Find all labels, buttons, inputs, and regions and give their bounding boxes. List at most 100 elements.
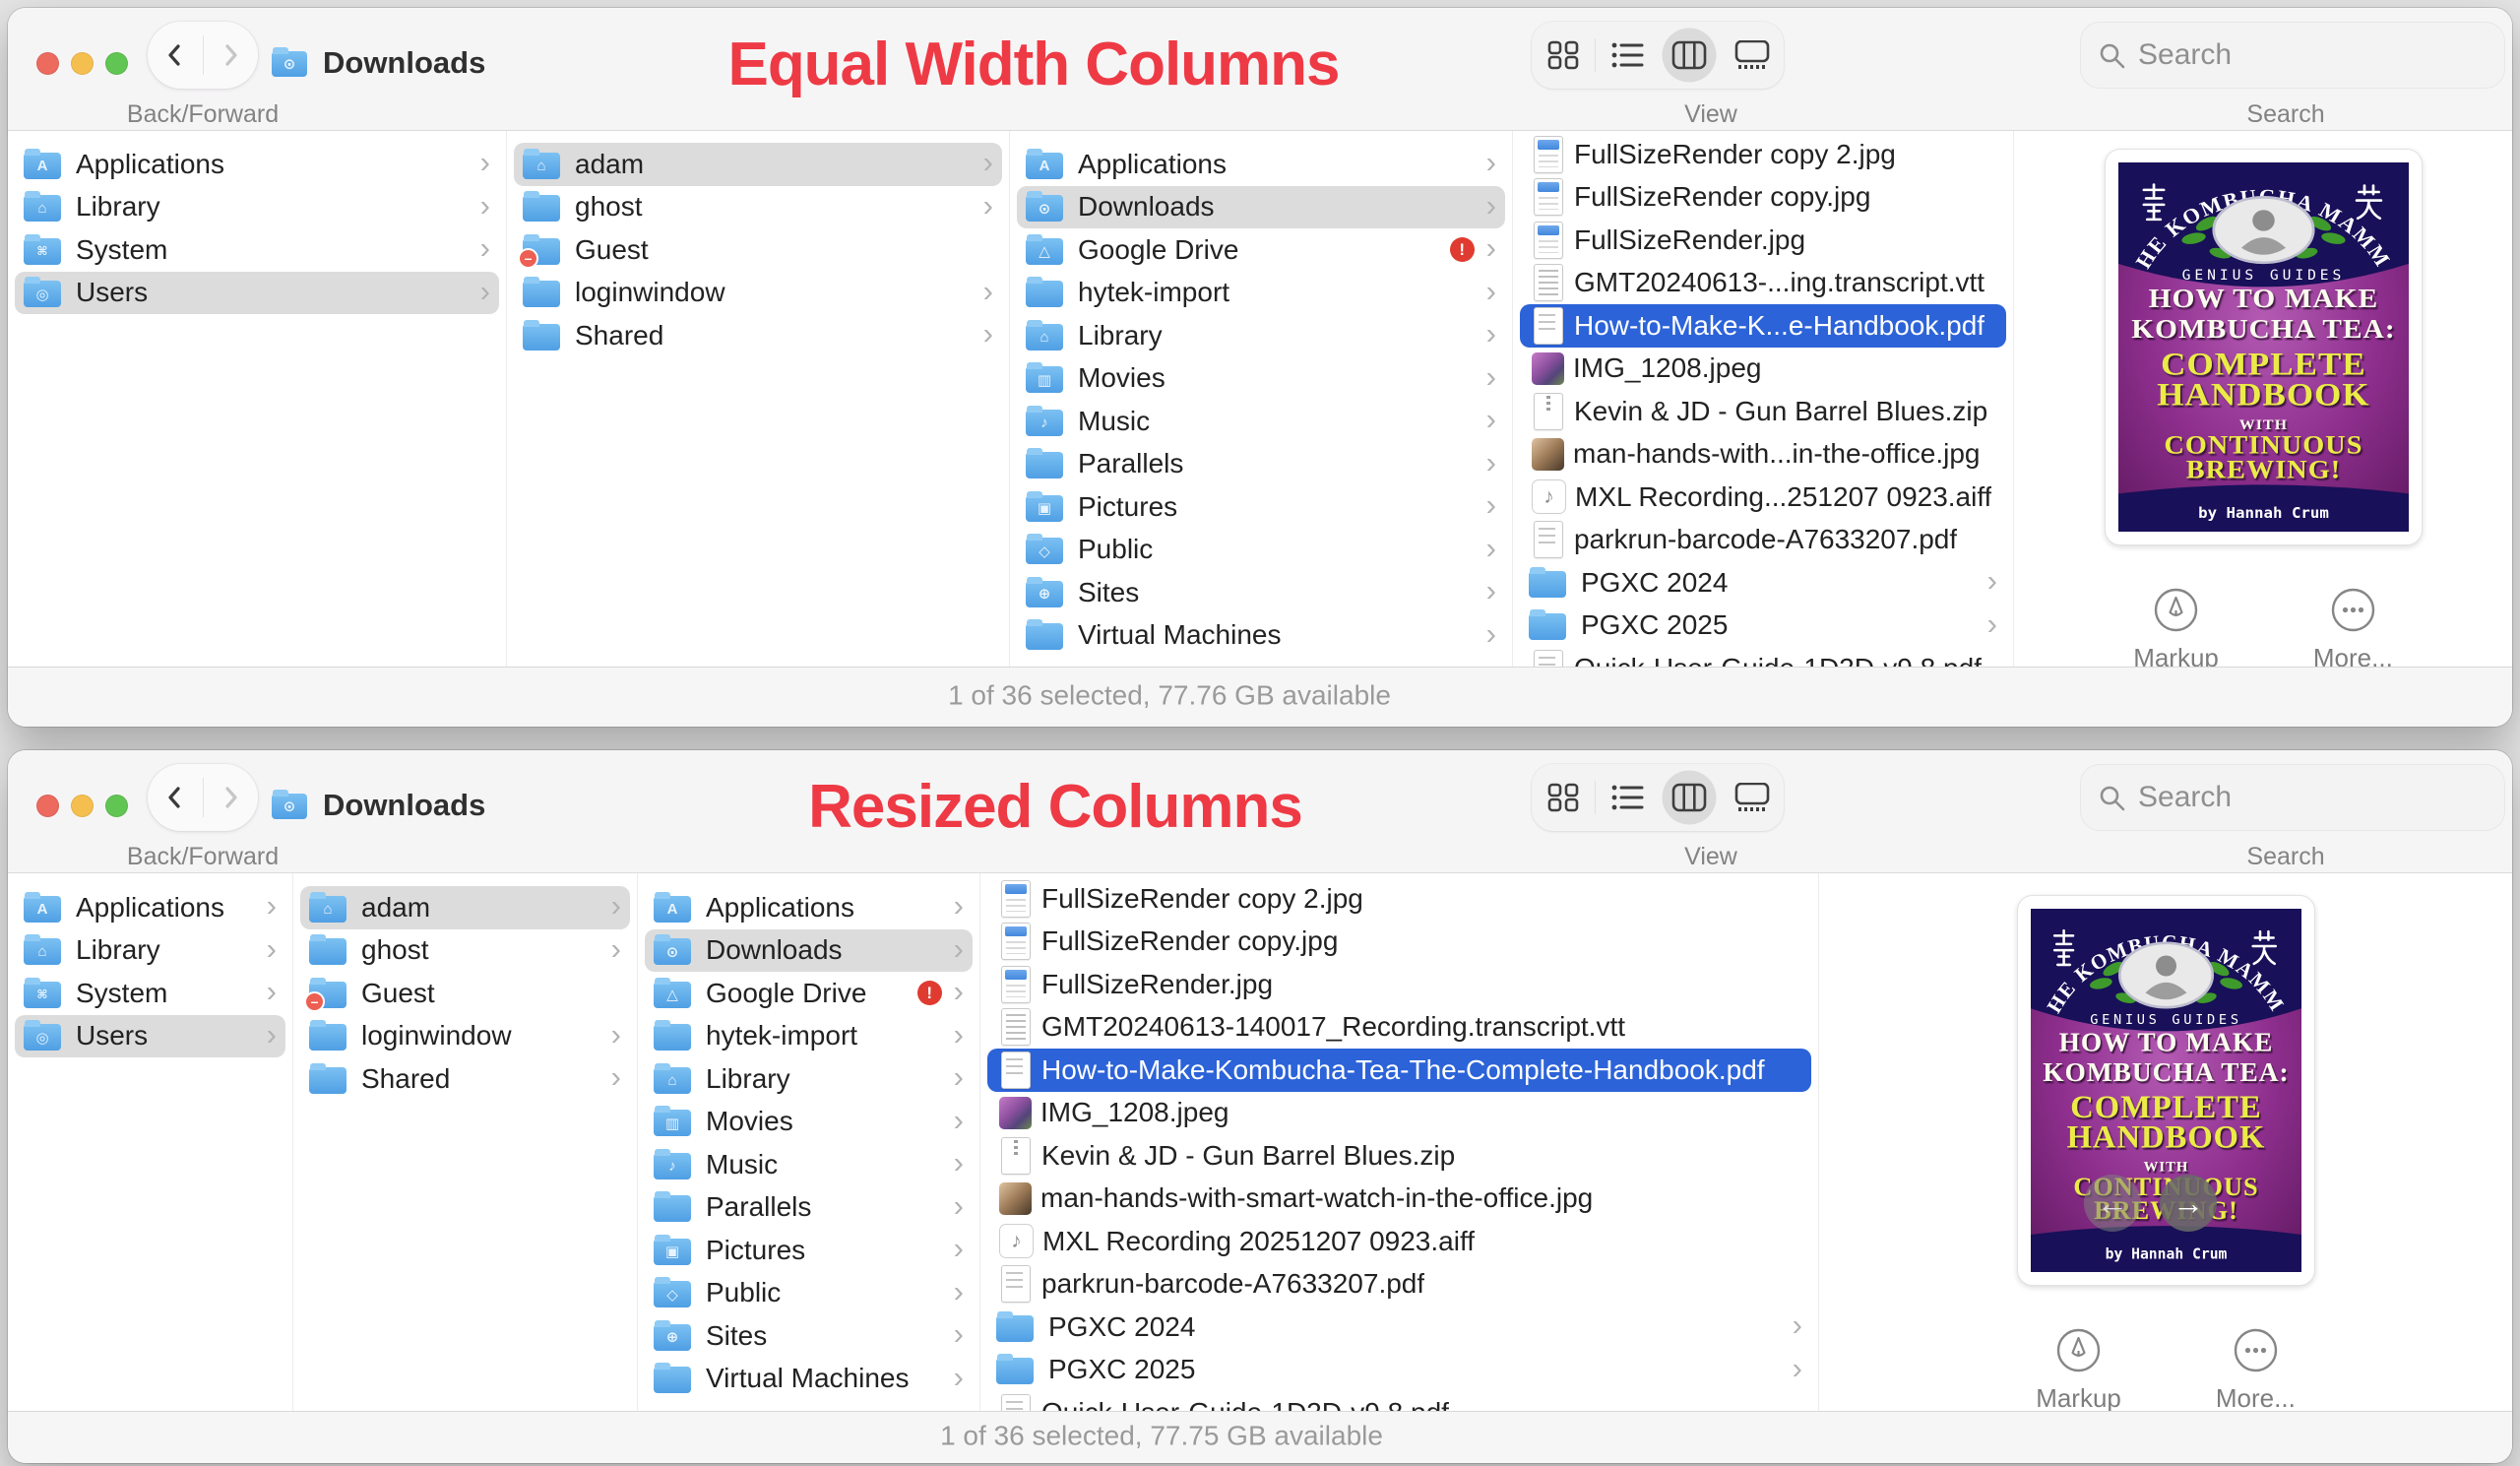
list-item[interactable]: ▣Pictures› — [645, 1229, 973, 1272]
view-mode-column-view-button[interactable] — [1659, 22, 1722, 89]
list-item[interactable]: PGXC 2024› — [987, 1306, 1811, 1349]
forward-button[interactable] — [204, 22, 259, 89]
list-item[interactable]: ◎Users› — [15, 1015, 285, 1058]
list-item[interactable]: ▥Movies› — [645, 1101, 973, 1144]
forward-button[interactable] — [204, 764, 259, 831]
list-item[interactable]: ⌂adam› — [514, 143, 1002, 186]
list-item[interactable]: △Google Drive!› — [645, 972, 973, 1015]
list-item[interactable]: FullSizeRender copy.jpg — [987, 921, 1811, 964]
finder-column[interactable]: AApplications›⌂Library›⌘System›◎Users› — [8, 131, 507, 667]
list-item[interactable]: ⌂Library› — [15, 929, 285, 973]
finder-column[interactable]: AApplications›⊙Downloads›△Google Drive!›… — [1010, 131, 1513, 667]
list-item[interactable]: ♪Music› — [1017, 400, 1505, 443]
finder-column[interactable]: ⌂adam›ghost›–Guestloginwindow›Shared› — [507, 131, 1010, 667]
list-item[interactable]: ghost› — [300, 929, 630, 973]
list-item[interactable]: ⌂Library› — [1017, 314, 1505, 357]
view-mode-icon-view-button[interactable] — [1532, 22, 1595, 89]
list-item[interactable]: FullSizeRender copy.jpg — [1520, 176, 2006, 220]
list-item[interactable]: AApplications› — [15, 143, 499, 186]
list-item[interactable]: Virtual Machines› — [1017, 614, 1505, 658]
list-item[interactable]: How-to-Make-K...e-Handbook.pdf — [1520, 304, 2006, 348]
list-item[interactable]: ⊕Sites› — [645, 1314, 973, 1358]
list-item[interactable]: △Google Drive!› — [1017, 228, 1505, 272]
list-item[interactable]: ♪MXL Recording...251207 0923.aiff — [1520, 476, 2006, 519]
list-item[interactable]: Quick-User-Guide-1D2D-v9.8.pdf — [1520, 647, 2006, 667]
list-item[interactable]: man-hands-with-smart-watch-in-the-office… — [987, 1178, 1811, 1221]
list-item[interactable]: PGXC 2025› — [987, 1349, 1811, 1392]
list-item[interactable]: hytek-import› — [1017, 272, 1505, 315]
view-mode-gallery-view-button[interactable] — [1721, 22, 1784, 89]
view-mode-list-view-button[interactable] — [1596, 22, 1659, 89]
more-button[interactable]: More... — [2313, 587, 2393, 667]
list-item[interactable]: Shared› — [300, 1057, 630, 1101]
view-mode-list-view-button[interactable] — [1596, 764, 1659, 831]
list-item[interactable]: ⌂adam› — [300, 886, 630, 929]
close-button[interactable] — [36, 795, 59, 817]
list-item[interactable]: ▣Pictures› — [1017, 485, 1505, 529]
list-item[interactable]: AApplications› — [645, 886, 973, 929]
list-item[interactable]: ♪Music› — [645, 1143, 973, 1186]
list-item[interactable]: ⊙Downloads› — [1017, 186, 1505, 229]
list-item[interactable]: Kevin & JD - Gun Barrel Blues.zip — [1520, 390, 2006, 433]
list-item[interactable]: Virtual Machines› — [645, 1358, 973, 1401]
list-item[interactable]: hytek-import› — [645, 1015, 973, 1058]
list-item[interactable]: IMG_1208.jpeg — [987, 1092, 1811, 1135]
back-button[interactable] — [148, 22, 203, 89]
search-input[interactable]: Search — [2080, 22, 2505, 89]
list-item[interactable]: ⊙Downloads› — [645, 929, 973, 973]
list-item[interactable]: loginwindow› — [514, 272, 1002, 315]
list-item[interactable]: How-to-Make-Kombucha-Tea-The-Complete-Ha… — [987, 1049, 1811, 1092]
markup-button[interactable]: Markup — [2036, 1327, 2121, 1411]
list-item[interactable]: ◎Users› — [15, 272, 499, 315]
list-item[interactable]: ◇Public› — [1017, 529, 1505, 572]
list-item[interactable]: ⌘System› — [15, 972, 285, 1015]
list-item[interactable]: –Guest — [514, 228, 1002, 272]
list-item[interactable]: ◇Public› — [645, 1272, 973, 1315]
list-item[interactable]: GMT20240613-...ing.transcript.vtt — [1520, 262, 2006, 305]
finder-column[interactable]: ⌂adam›ghost›–Guestloginwindow›Shared› — [293, 873, 638, 1411]
list-item[interactable]: GMT20240613-140017_Recording.transcript.… — [987, 1006, 1811, 1050]
zoom-button[interactable] — [105, 52, 128, 75]
close-button[interactable] — [36, 52, 59, 75]
list-item[interactable]: ghost› — [514, 186, 1002, 229]
list-item[interactable]: ⌂Library› — [15, 186, 499, 229]
list-item[interactable]: IMG_1208.jpeg — [1520, 348, 2006, 391]
list-item[interactable]: parkrun-barcode-A7633207.pdf — [1520, 519, 2006, 562]
list-item[interactable]: FullSizeRender.jpg — [1520, 219, 2006, 262]
markup-button[interactable]: Markup — [2133, 587, 2219, 667]
list-item[interactable]: parkrun-barcode-A7633207.pdf — [987, 1263, 1811, 1307]
list-item[interactable]: PGXC 2025› — [1520, 605, 2006, 648]
list-item[interactable]: AApplications› — [1017, 143, 1505, 186]
list-item[interactable]: loginwindow› — [300, 1015, 630, 1058]
search-input[interactable]: Search — [2080, 764, 2505, 831]
previous-page-button[interactable]: ← — [2084, 1175, 2141, 1232]
finder-column[interactable]: AApplications›⌂Library›⌘System›◎Users› — [8, 873, 293, 1411]
list-item[interactable]: Quick-User-Guide-1D2D-v9.8.pdf — [987, 1391, 1811, 1411]
next-page-button[interactable]: → — [2160, 1175, 2217, 1232]
list-item[interactable]: Parallels› — [1017, 443, 1505, 486]
view-mode-column-view-button[interactable] — [1659, 764, 1722, 831]
list-item[interactable]: AApplications› — [15, 886, 285, 929]
finder-column[interactable]: FullSizeRender copy 2.jpgFullSizeRender … — [980, 873, 1819, 1411]
list-item[interactable]: ▥Movies› — [1017, 357, 1505, 401]
list-item[interactable]: PGXC 2024› — [1520, 561, 2006, 605]
list-item[interactable]: ⌘System› — [15, 228, 499, 272]
view-mode-gallery-view-button[interactable] — [1721, 764, 1784, 831]
list-item[interactable]: –Guest — [300, 972, 630, 1015]
list-item[interactable]: FullSizeRender.jpg — [987, 963, 1811, 1006]
list-item[interactable]: ♪MXL Recording 20251207 0923.aiff — [987, 1220, 1811, 1263]
finder-column[interactable]: FullSizeRender copy 2.jpgFullSizeRender … — [1513, 131, 2014, 667]
minimize-button[interactable] — [71, 795, 94, 817]
minimize-button[interactable] — [71, 52, 94, 75]
more-button[interactable]: More... — [2216, 1327, 2296, 1411]
list-item[interactable]: FullSizeRender copy 2.jpg — [987, 877, 1811, 921]
list-item[interactable]: Kevin & JD - Gun Barrel Blues.zip — [987, 1134, 1811, 1178]
list-item[interactable]: ⊕Sites› — [1017, 571, 1505, 614]
list-item[interactable]: Shared› — [514, 314, 1002, 357]
zoom-button[interactable] — [105, 795, 128, 817]
list-item[interactable]: man-hands-with...in-the-office.jpg — [1520, 433, 2006, 477]
list-item[interactable]: ⌂Library› — [645, 1057, 973, 1101]
view-mode-icon-view-button[interactable] — [1532, 764, 1595, 831]
list-item[interactable]: FullSizeRender copy 2.jpg — [1520, 133, 2006, 176]
finder-column[interactable]: AApplications›⊙Downloads›△Google Drive!›… — [638, 873, 980, 1411]
